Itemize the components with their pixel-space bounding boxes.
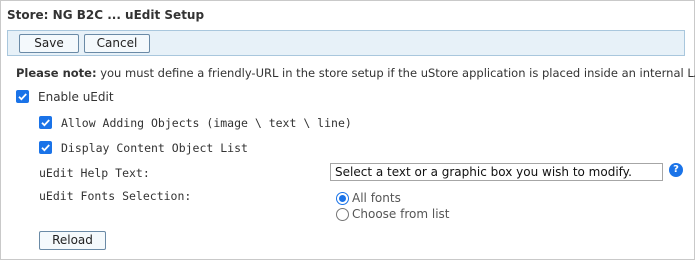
display-content-object-list-checkbox[interactable] (39, 141, 52, 154)
note-text: you must define a friendly-URL in the st… (96, 66, 695, 80)
help-text-input[interactable] (330, 163, 663, 181)
display-content-object-list-label: Display Content Object List (61, 141, 248, 155)
help-text-label: uEdit Help Text: (39, 166, 150, 180)
toolbar: Save Cancel (7, 30, 685, 56)
save-button[interactable]: Save (19, 34, 79, 53)
cancel-button[interactable]: Cancel (84, 34, 150, 53)
enable-uedit-checkbox[interactable] (16, 90, 29, 103)
fonts-selection-label: uEdit Fonts Selection: (39, 189, 192, 203)
note-prefix: Please note: (16, 66, 97, 80)
page-title: Store: NG B2C ... uEdit Setup (7, 8, 205, 22)
allow-adding-objects-checkbox[interactable] (39, 116, 52, 129)
all-fonts-label: All fonts (352, 191, 401, 205)
allow-adding-objects-label: Allow Adding Objects (image \ text \ lin… (61, 116, 352, 130)
choose-from-list-radio[interactable] (336, 208, 349, 221)
friendly-url-note: Please note: you must define a friendly-… (16, 66, 695, 80)
enable-uedit-label: Enable uEdit (38, 90, 114, 104)
help-icon[interactable]: ? (669, 163, 683, 177)
reload-button[interactable]: Reload (39, 231, 106, 250)
choose-from-list-label: Choose from list (352, 207, 450, 221)
all-fonts-radio[interactable] (336, 192, 349, 205)
